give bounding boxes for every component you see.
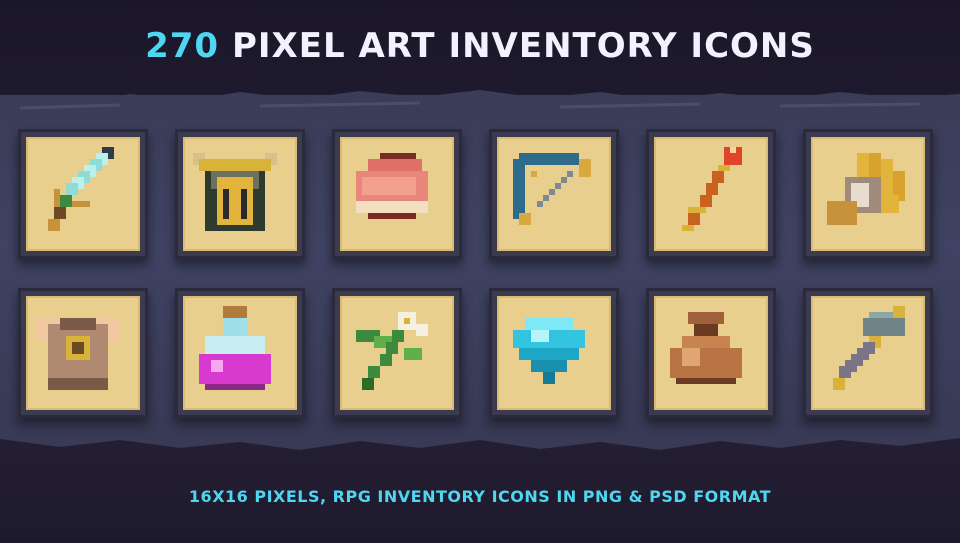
war-hammer-icon [833,306,905,390]
tile-helmet [175,129,305,259]
bow-icon [513,153,591,225]
brush-stroke-bottom [0,420,960,450]
potion-icon [199,306,271,390]
title-text: PIXEL ART INVENTORY ICONS [231,26,815,66]
gauntlet-icon [827,153,905,225]
tile-hammer [803,288,933,418]
tile-armor [18,288,148,418]
tile-herb [332,288,462,418]
meat-steak-icon [356,153,428,219]
tile-gauntlet [803,129,933,259]
tile-sword [18,129,148,259]
coin-bag-icon [670,312,742,384]
chest-armor-icon [36,318,120,390]
diamond-gem-icon [513,318,585,384]
subtitle: 16X16 PIXELS, RPG INVENTORY ICONS IN PNG… [188,487,772,506]
tile-bow [489,129,619,259]
tile-meat [332,129,462,259]
tile-potion [175,288,305,418]
fire-staff-icon [682,147,742,231]
page-title: 270 PIXEL ART INVENTORY ICONS [0,26,960,66]
brush-stroke-top [0,90,960,120]
banner-artwork: 270 PIXEL ART INVENTORY ICONS 16X16 PIXE… [0,0,960,543]
title-count: 270 [145,26,220,66]
herb-flower-icon [356,312,428,390]
sword-icon [48,147,114,231]
tile-bag [646,288,776,418]
tile-gem [489,288,619,418]
tile-staff [646,129,776,259]
horned-helmet-icon [193,153,277,231]
